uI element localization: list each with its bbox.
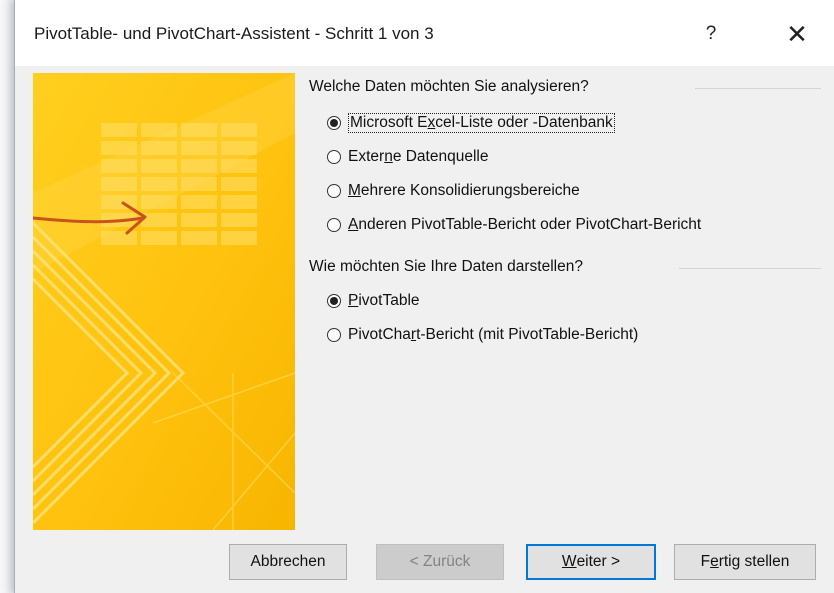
option-excel-list[interactable]: Microsoft Excel-Liste oder -Datenbank	[327, 112, 615, 134]
data-source-group-label: Welche Daten möchten Sie analysieren?	[309, 78, 597, 96]
finish-button[interactable]: Fe rtig stellen	[674, 544, 816, 580]
report-type-group-label: Wie möchten Sie Ihre Daten darstellen?	[309, 258, 591, 276]
option-pivottable[interactable]: PivotTable	[327, 290, 420, 312]
radio-consolidation-ranges[interactable]	[327, 184, 341, 198]
option-consolidation-ranges[interactable]: Mehrere Konsolidierungsbereiche	[327, 180, 580, 202]
radio-excel-list[interactable]	[327, 116, 341, 130]
option-external-source-label: Externe Datenquelle	[348, 148, 489, 165]
option-consolidation-ranges-label: Mehrere Konsolidierungsbereiche	[348, 182, 580, 199]
option-other-pivot-report[interactable]: Anderen PivotTable-Bericht oder PivotCha…	[327, 214, 701, 236]
radio-external-source[interactable]	[327, 150, 341, 164]
option-excel-list-label: Microsoft Excel-Liste oder -Datenbank	[348, 113, 615, 133]
radio-other-pivot-report[interactable]	[327, 218, 341, 232]
option-pivotchart[interactable]: PivotChart-Bericht (mit PivotTable-Beric…	[327, 324, 638, 346]
option-pivottable-label: PivotTable	[348, 292, 420, 309]
radio-pivottable[interactable]	[327, 294, 341, 308]
pivot-wizard-dialog: PivotTable- und PivotChart-Assistent - S…	[14, 0, 834, 593]
background-window	[0, 0, 14, 593]
data-source-group-divider	[695, 88, 821, 89]
back-button[interactable]: < Zurück	[376, 544, 504, 580]
next-button[interactable]: Weiter >	[526, 544, 656, 580]
cancel-button[interactable]: Abbrechen	[229, 544, 347, 580]
option-pivotchart-label: PivotChart-Bericht (mit PivotTable-Beric…	[348, 326, 639, 343]
option-external-source[interactable]: Externe Datenquelle	[327, 146, 488, 168]
wizard-illustration	[33, 73, 295, 530]
title-bar: PivotTable- und PivotChart-Assistent - S…	[15, 0, 834, 66]
option-other-pivot-report-label: Anderen PivotTable-Bericht oder PivotCha…	[348, 216, 702, 233]
help-icon: ?	[705, 23, 717, 44]
report-type-group-divider	[679, 268, 821, 269]
close-icon: ✕	[786, 18, 808, 49]
dialog-title: PivotTable- und PivotChart-Assistent - S…	[34, 24, 434, 43]
help-button[interactable]: ?	[691, 14, 731, 54]
radio-pivotchart[interactable]	[327, 328, 341, 342]
close-button[interactable]: ✕	[775, 14, 819, 54]
